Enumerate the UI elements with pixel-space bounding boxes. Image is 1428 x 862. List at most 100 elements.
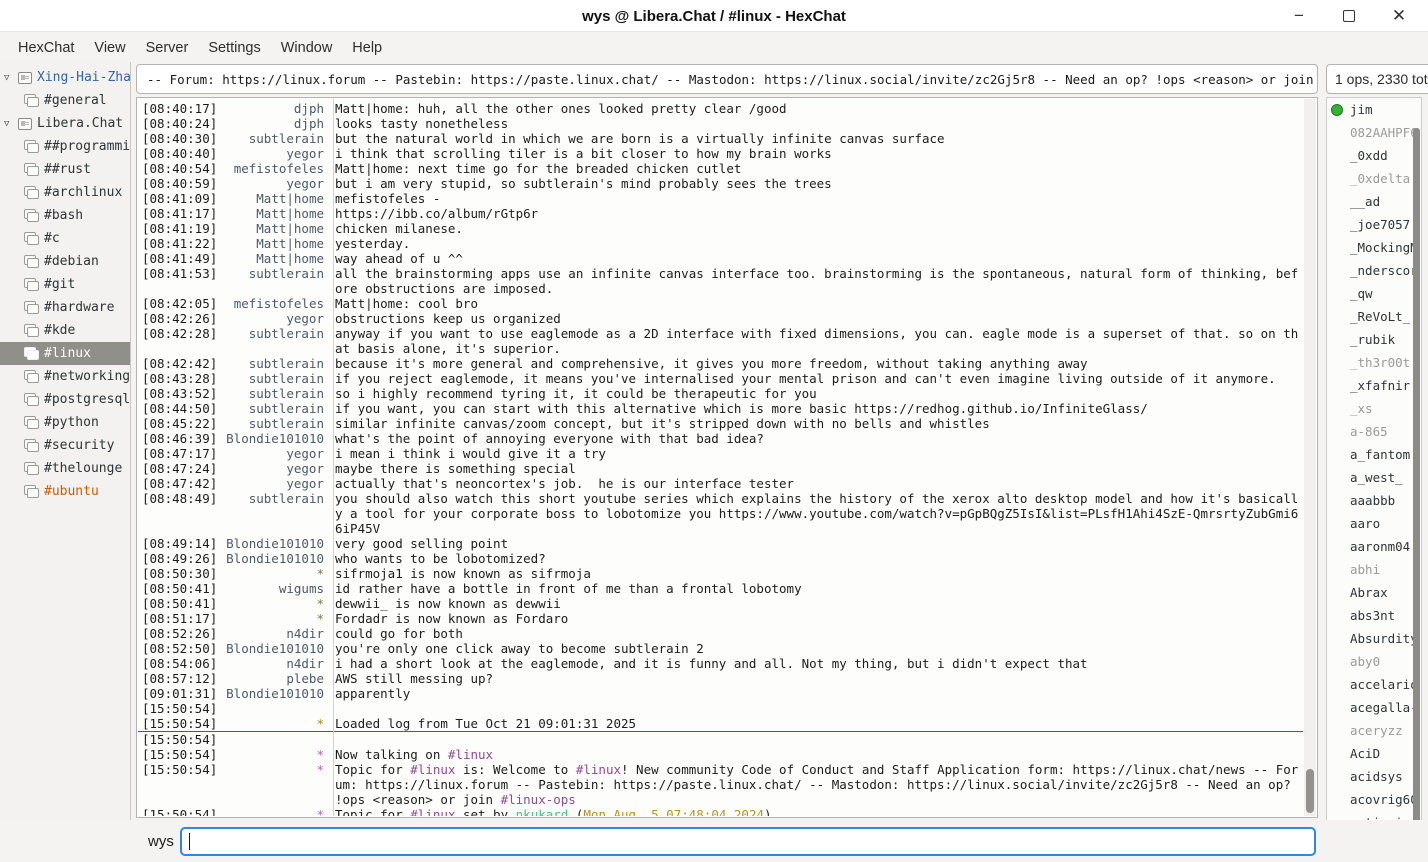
- chat-scrollbar[interactable]: [1304, 99, 1316, 816]
- sidebar-item--python[interactable]: #python: [0, 411, 130, 434]
- user-list-item[interactable]: _0xdelta: [1327, 167, 1421, 190]
- nick-column-divider: [333, 99, 334, 816]
- menu-item-view[interactable]: View: [84, 36, 135, 60]
- nick: yegor: [201, 476, 329, 491]
- user-name: acegalla-: [1350, 700, 1418, 715]
- tree-label: #security: [44, 438, 114, 453]
- user-list-item[interactable]: aaabbb: [1327, 489, 1421, 512]
- message-segment: AWS still messing up?: [335, 671, 493, 686]
- user-list-item[interactable]: jim: [1327, 98, 1421, 121]
- sidebar-item--general[interactable]: #general: [0, 89, 130, 112]
- message-segment: maybe there is something special: [335, 461, 576, 476]
- sidebar-item--ubuntu[interactable]: #ubuntu: [0, 480, 130, 503]
- sidebar-item--bash[interactable]: #bash: [0, 204, 130, 227]
- user-list-item[interactable]: _ReVoLt_: [1327, 305, 1421, 328]
- maximize-button[interactable]: [1334, 2, 1364, 30]
- user-name: AciD: [1350, 746, 1380, 761]
- user-list-item[interactable]: a_west_: [1327, 466, 1421, 489]
- user-list-item[interactable]: __ad: [1327, 190, 1421, 213]
- user-list-item[interactable]: _xfafnir: [1327, 374, 1421, 397]
- sidebar-item--archlinux[interactable]: #archlinux: [0, 181, 130, 204]
- user-list-item[interactable]: acidsys: [1327, 765, 1421, 788]
- message-segment: #linux: [410, 807, 455, 816]
- message: you should also watch this short youtube…: [329, 491, 1303, 536]
- sidebar-item-server-libera-chat[interactable]: ▽Libera.Chat: [0, 112, 130, 135]
- timestamp: [08:49:26]: [138, 551, 201, 566]
- sidebar-item--networking[interactable]: #networking: [0, 365, 130, 388]
- topic-bar[interactable]: -- Forum: https://linux.forum -- Pastebi…: [136, 64, 1318, 94]
- menu-item-settings[interactable]: Settings: [198, 36, 270, 60]
- message-segment: you're only one click away to become sub…: [335, 641, 704, 656]
- expander-down-icon[interactable]: ▽: [4, 119, 18, 129]
- chat-line: [08:43:52]subtlerainso i highly recommen…: [138, 386, 1303, 401]
- message-segment: ): [764, 807, 772, 816]
- user-list-item[interactable]: AciD: [1327, 742, 1421, 765]
- chat-line: [08:40:24]djphlooks tasty nonetheless: [138, 116, 1303, 131]
- sidebar-item--linux[interactable]: #linux: [0, 342, 130, 365]
- minimize-button[interactable]: −: [1284, 2, 1314, 30]
- message-input[interactable]: [180, 827, 1316, 856]
- message-segment: but the natural world in which we are bo…: [335, 131, 945, 146]
- menu-item-hexchat[interactable]: HexChat: [8, 36, 84, 60]
- chat-scrollbar-thumb[interactable]: [1306, 769, 1314, 813]
- user-list-item[interactable]: Abrax: [1327, 581, 1421, 604]
- user-list-item[interactable]: aaro: [1327, 512, 1421, 535]
- text-caret: [189, 833, 190, 850]
- chat-line: [09:01:31]Blondie101010apparently: [138, 686, 1303, 701]
- menu-item-server[interactable]: Server: [136, 36, 199, 60]
- user-list-item[interactable]: a_fantom: [1327, 443, 1421, 466]
- sidebar-item--c[interactable]: #c: [0, 227, 130, 250]
- nick: subtlerain: [201, 371, 329, 386]
- close-button[interactable]: ✕: [1384, 2, 1414, 30]
- timestamp: [08:52:50]: [138, 641, 201, 656]
- user-list-item[interactable]: aby0: [1327, 650, 1421, 673]
- user-list-item[interactable]: _xs: [1327, 397, 1421, 420]
- user-list-item[interactable]: _0xdd: [1327, 144, 1421, 167]
- user-name: aaabbb: [1350, 493, 1395, 508]
- sidebar-item--debian[interactable]: #debian: [0, 250, 130, 273]
- user-list-item[interactable]: _MockingM: [1327, 236, 1421, 259]
- sidebar-item--security[interactable]: #security: [0, 434, 130, 457]
- chat-line: [08:47:17]yegori mean i think i would gi…: [138, 446, 1303, 461]
- menu-item-help[interactable]: Help: [342, 36, 392, 60]
- user-list-item[interactable]: _rubik: [1327, 328, 1421, 351]
- message: all the brainstorming apps use an infini…: [329, 266, 1303, 296]
- nick: subtlerain: [201, 401, 329, 416]
- chat-bubbles-icon: [24, 232, 39, 245]
- message-segment: so i highly recommend tyring it, it coul…: [335, 386, 817, 401]
- user-list-item[interactable]: _qw: [1327, 282, 1421, 305]
- user-list-item[interactable]: accelario: [1327, 673, 1421, 696]
- user-list-item[interactable]: a-865: [1327, 420, 1421, 443]
- chat-line: [08:42:42]subtlerainbecause it's more ge…: [138, 356, 1303, 371]
- user-list-item[interactable]: aceryzz: [1327, 719, 1421, 742]
- message: so i highly recommend tyring it, it coul…: [329, 386, 1303, 401]
- user-list-item[interactable]: acovrig60: [1327, 788, 1421, 811]
- sidebar-item--programming[interactable]: ##programming: [0, 135, 130, 158]
- user-list-item[interactable]: 082AAHPF6: [1327, 121, 1421, 144]
- timestamp: [08:42:42]: [138, 356, 201, 371]
- timestamp: [15:50:54]: [138, 732, 201, 747]
- sidebar-item--git[interactable]: #git: [0, 273, 130, 296]
- user-list-item[interactable]: _th3r00t: [1327, 351, 1421, 374]
- sidebar-item--thelounge[interactable]: #thelounge: [0, 457, 130, 480]
- user-list-item[interactable]: acegalla-: [1327, 696, 1421, 719]
- user-list-item[interactable]: _joe7057: [1327, 213, 1421, 236]
- menu-item-window[interactable]: Window: [271, 36, 343, 60]
- sidebar-item--hardware[interactable]: #hardware: [0, 296, 130, 319]
- sidebar-item--rust[interactable]: ##rust: [0, 158, 130, 181]
- nick: Matt|home: [201, 236, 329, 251]
- chat-line: [08:48:49]subtlerainyou should also watc…: [138, 491, 1303, 536]
- user-list-scrollbar-thumb[interactable]: [1413, 128, 1420, 829]
- user-list-item[interactable]: aaronm04: [1327, 535, 1421, 558]
- window-title: wys @ Libera.Chat / #linux - HexChat: [0, 0, 1428, 32]
- sidebar-item-server-xing-hai-zhan[interactable]: ▽Xing-Hai-Zhan: [0, 66, 130, 89]
- message: Loaded log from Tue Oct 21 09:01:31 2025: [329, 716, 1303, 731]
- user-list-item[interactable]: abhi: [1327, 558, 1421, 581]
- expander-down-icon[interactable]: ▽: [4, 73, 18, 83]
- user-list-item[interactable]: abs3nt: [1327, 604, 1421, 627]
- sidebar-item--kde[interactable]: #kde: [0, 319, 130, 342]
- user-list-item[interactable]: _nderscor: [1327, 259, 1421, 282]
- user-list-item[interactable]: Absurdity: [1327, 627, 1421, 650]
- sidebar-item--postgresql[interactable]: #postgresql: [0, 388, 130, 411]
- message-segment: because it's more general and comprehens…: [335, 356, 1088, 371]
